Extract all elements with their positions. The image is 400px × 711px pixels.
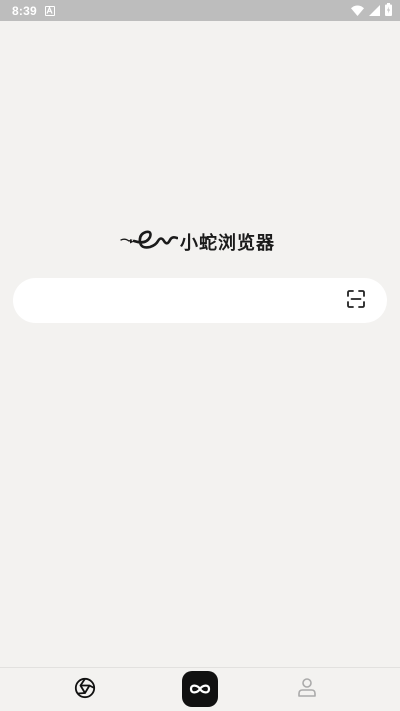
infinity-icon [189, 680, 211, 699]
font-a-icon [44, 5, 55, 16]
app-screen: 8:39 小蛇浏览器 [0, 0, 400, 711]
search-bar[interactable] [13, 278, 387, 325]
scan-icon [347, 290, 365, 312]
nav-browser-button[interactable] [73, 677, 97, 703]
scan-button[interactable] [345, 290, 367, 312]
app-logo: 小蛇浏览器 [120, 228, 285, 256]
cell-signal-icon [369, 1, 380, 20]
bottom-nav [0, 667, 400, 711]
status-bar: 8:39 [0, 0, 400, 21]
nav-profile-button[interactable] [296, 678, 318, 700]
nav-center-button[interactable] [182, 671, 218, 707]
snake-logo-icon [120, 227, 179, 257]
battery-icon [385, 1, 392, 20]
person-icon [297, 677, 317, 701]
search-input[interactable] [33, 278, 337, 325]
status-right [351, 1, 392, 20]
browser-ring-icon [74, 677, 96, 703]
status-left: 8:39 [12, 4, 55, 18]
logo-text: 小蛇浏览器 [180, 233, 275, 254]
wifi-icon [351, 1, 364, 20]
status-time: 8:39 [12, 3, 37, 18]
